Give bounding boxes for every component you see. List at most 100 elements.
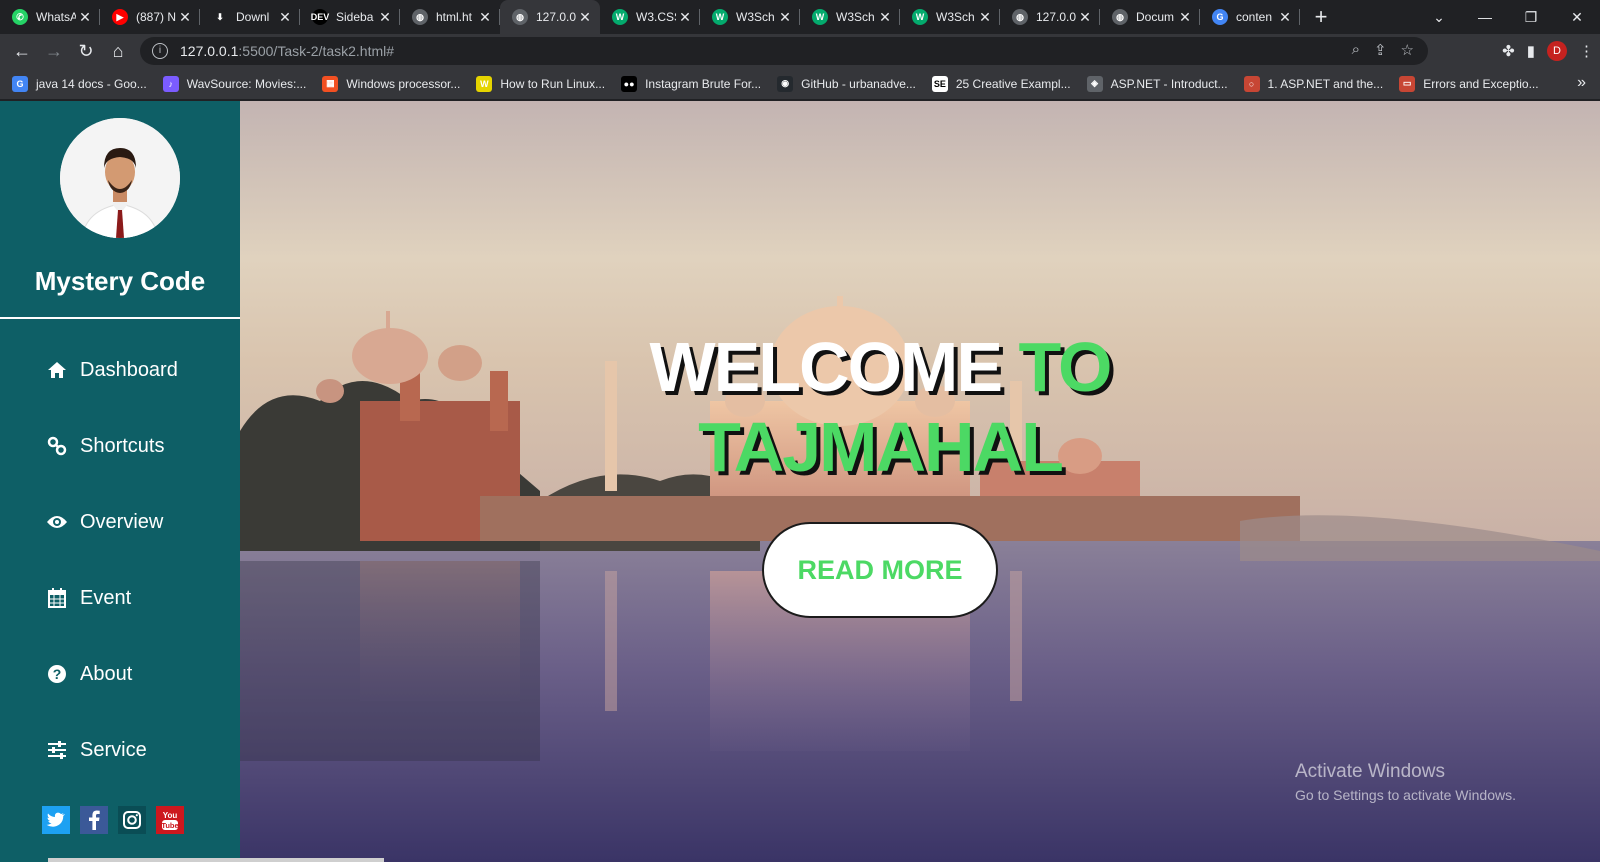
tutorialspoint-icon: ◈ [1086, 75, 1103, 92]
medium-icon: ●● [621, 75, 638, 92]
sidebar-item-event[interactable]: Event [0, 560, 240, 636]
windows-activation-watermark: Activate Windows Go to Settings to activ… [1295, 761, 1516, 803]
tab-title: WhatsApp [36, 10, 76, 24]
google-icon: G [1212, 9, 1228, 25]
tab-title: html.ht [436, 10, 473, 24]
bookmark-label: 25 Creative Exampl... [955, 76, 1071, 91]
close-tab-icon[interactable]: ✕ [776, 9, 794, 26]
calendar-icon [46, 587, 68, 609]
forward-button[interactable]: → [38, 41, 70, 62]
bookmark-item[interactable]: ●● Instagram Brute For... [621, 75, 761, 92]
facebook-icon[interactable] [80, 806, 108, 834]
browser-tab[interactable]: Gconten ✕ [1200, 0, 1300, 34]
new-tab-button[interactable]: + [1306, 4, 1336, 30]
tab-title: conten [1236, 10, 1273, 24]
close-tab-icon[interactable]: ✕ [376, 9, 394, 26]
tab-title: W3Sch [736, 10, 775, 24]
close-tab-icon[interactable]: ✕ [876, 9, 894, 26]
watermark-subtitle: Go to Settings to activate Windows. [1295, 787, 1516, 803]
browser-tab[interactable]: ◍ 127.0.0 ✕ [1000, 0, 1100, 34]
bookmark-label: ASP.NET - Introduct... [1110, 76, 1228, 91]
browser-tab[interactable]: W W3Sch ✕ [800, 0, 900, 34]
sidebar-item-shortcuts[interactable]: Shortcuts [0, 408, 240, 484]
close-tab-icon[interactable]: ✕ [1276, 9, 1294, 26]
close-tab-icon[interactable]: ✕ [1076, 9, 1094, 26]
globe-icon: ◍ [512, 9, 528, 25]
youtube-icon: ▶ [112, 9, 128, 25]
bookmark-item[interactable]: W How to Run Linux... [476, 75, 606, 92]
sidebar-item-label: About [80, 662, 133, 685]
sidebar-item-label: Dashboard [80, 358, 178, 381]
browser-tab[interactable]: W W3Sch ✕ [900, 0, 1000, 34]
browser-tab[interactable]: ◍ 127.0.0 ✕ [500, 0, 600, 34]
sidebar-item-about[interactable]: ? About [0, 636, 240, 712]
close-tab-icon[interactable]: ✕ [1176, 9, 1194, 26]
bookmark-item[interactable]: ▭ Errors and Exceptio... [1399, 75, 1539, 92]
bookmark-item[interactable]: SE 25 Creative Exampl... [931, 75, 1071, 92]
sidebar-menu: Dashboard Shortcuts Overview Event? About Ser… [0, 332, 240, 788]
sidebar-item-overview[interactable]: Overview [0, 484, 240, 560]
browser-tab[interactable]: W W3.CSS✕ [600, 0, 700, 34]
close-tab-icon[interactable]: ✕ [476, 9, 494, 26]
tab-title: W3Sch [936, 10, 975, 24]
sidebar-item-service[interactable]: Service [0, 712, 240, 788]
browser-tab[interactable]: ▶ (887) N ✕ [100, 0, 200, 34]
site-info-icon[interactable]: i [152, 43, 168, 59]
w3schools-icon: W [712, 9, 728, 25]
browser-tab[interactable]: ⬇ Downl ✕ [200, 0, 300, 34]
restore-button[interactable]: ❐ [1508, 9, 1554, 26]
home-button[interactable]: ⌂ [102, 41, 134, 62]
tab-title: 127.0.0 [536, 10, 576, 24]
globe-icon: ◍ [1012, 9, 1028, 25]
bookmark-item[interactable]: ◈ ASP.NET - Introduct... [1086, 75, 1228, 92]
browser-tab[interactable]: ✆ WhatsApp✕ [0, 0, 100, 34]
horizontal-scrollbar[interactable] [48, 858, 384, 862]
close-tab-icon[interactable]: ✕ [76, 9, 94, 26]
close-tab-icon[interactable]: ✕ [176, 9, 194, 26]
bookmark-item[interactable]: ♪ WavSource: Movies:... [162, 75, 306, 92]
bookmark-label: Windows processor... [346, 76, 461, 91]
tab-title: W3Sch [836, 10, 875, 24]
globe-icon: ◍ [1112, 9, 1128, 25]
browser-tab[interactable]: W W3Sch ✕ [700, 0, 800, 34]
youtube-icon[interactable]: You Tube [156, 806, 184, 834]
profile-photo [60, 118, 180, 238]
browser-tab[interactable]: ◍ Docum ✕ [1100, 0, 1200, 34]
bookmark-item[interactable]: ◉ GitHub - urbanadve... [777, 75, 916, 92]
close-tab-icon[interactable]: ✕ [676, 9, 694, 26]
bookmark-star-icon[interactable]: ☆ [1401, 41, 1414, 59]
twitter-icon[interactable] [42, 806, 70, 834]
profile-avatar[interactable]: D [1547, 41, 1567, 61]
close-window-button[interactable]: ✕ [1554, 9, 1600, 26]
close-tab-icon[interactable]: ✕ [276, 9, 294, 26]
share-icon[interactable]: ⇪ [1374, 41, 1387, 59]
menu-kebab-icon[interactable]: ⋮ [1579, 42, 1594, 60]
bookmarks-overflow-icon[interactable]: » [1577, 74, 1586, 92]
close-tab-icon[interactable]: ✕ [976, 9, 994, 26]
bookmark-label: How to Run Linux... [500, 76, 606, 91]
bookmark-item[interactable]: Gjava 14 docs - Goo... [12, 75, 147, 92]
tab-strip: ✆WhatsApp✕▶(887) N✕⬇Downl✕DEVSideba✕◍htm… [0, 0, 1600, 34]
browser-tab[interactable]: DEV Sideba ✕ [300, 0, 400, 34]
address-bar[interactable]: i 127.0.0.1:5500/Task-2/task2.html# ⌕ ⇪ … [140, 37, 1428, 65]
close-tab-icon[interactable]: ✕ [576, 9, 594, 26]
w3schools-icon: W [812, 9, 828, 25]
browser-tab[interactable]: ◍ html.ht ✕ [400, 0, 500, 34]
instagram-icon[interactable] [118, 806, 146, 834]
bookmark-item[interactable]: ○ 1. ASP.NET and the... [1243, 75, 1383, 92]
reload-button[interactable]: ↻ [70, 41, 102, 62]
brand-title: Mystery Code [34, 266, 206, 296]
sidebar-item-label: Shortcuts [80, 434, 165, 457]
tab-search-icon[interactable]: ⌄ [1416, 9, 1462, 26]
read-more-button[interactable]: READ MORE [762, 522, 998, 618]
extensions-icon[interactable]: ✤ [1502, 42, 1515, 60]
back-button[interactable]: ← [6, 41, 38, 62]
side-panel-icon[interactable]: ▮ [1527, 42, 1535, 60]
bookmark-item[interactable]: ▦ Windows processor... [322, 75, 461, 92]
github-icon: ◉ [777, 75, 794, 92]
oracle-icon: ○ [1243, 75, 1260, 92]
zoom-icon[interactable]: ⌕ [1352, 41, 1360, 59]
whatsapp-icon: ✆ [12, 9, 28, 25]
minimize-button[interactable]: — [1462, 9, 1508, 25]
sidebar-item-dashboard[interactable]: Dashboard [0, 332, 240, 408]
